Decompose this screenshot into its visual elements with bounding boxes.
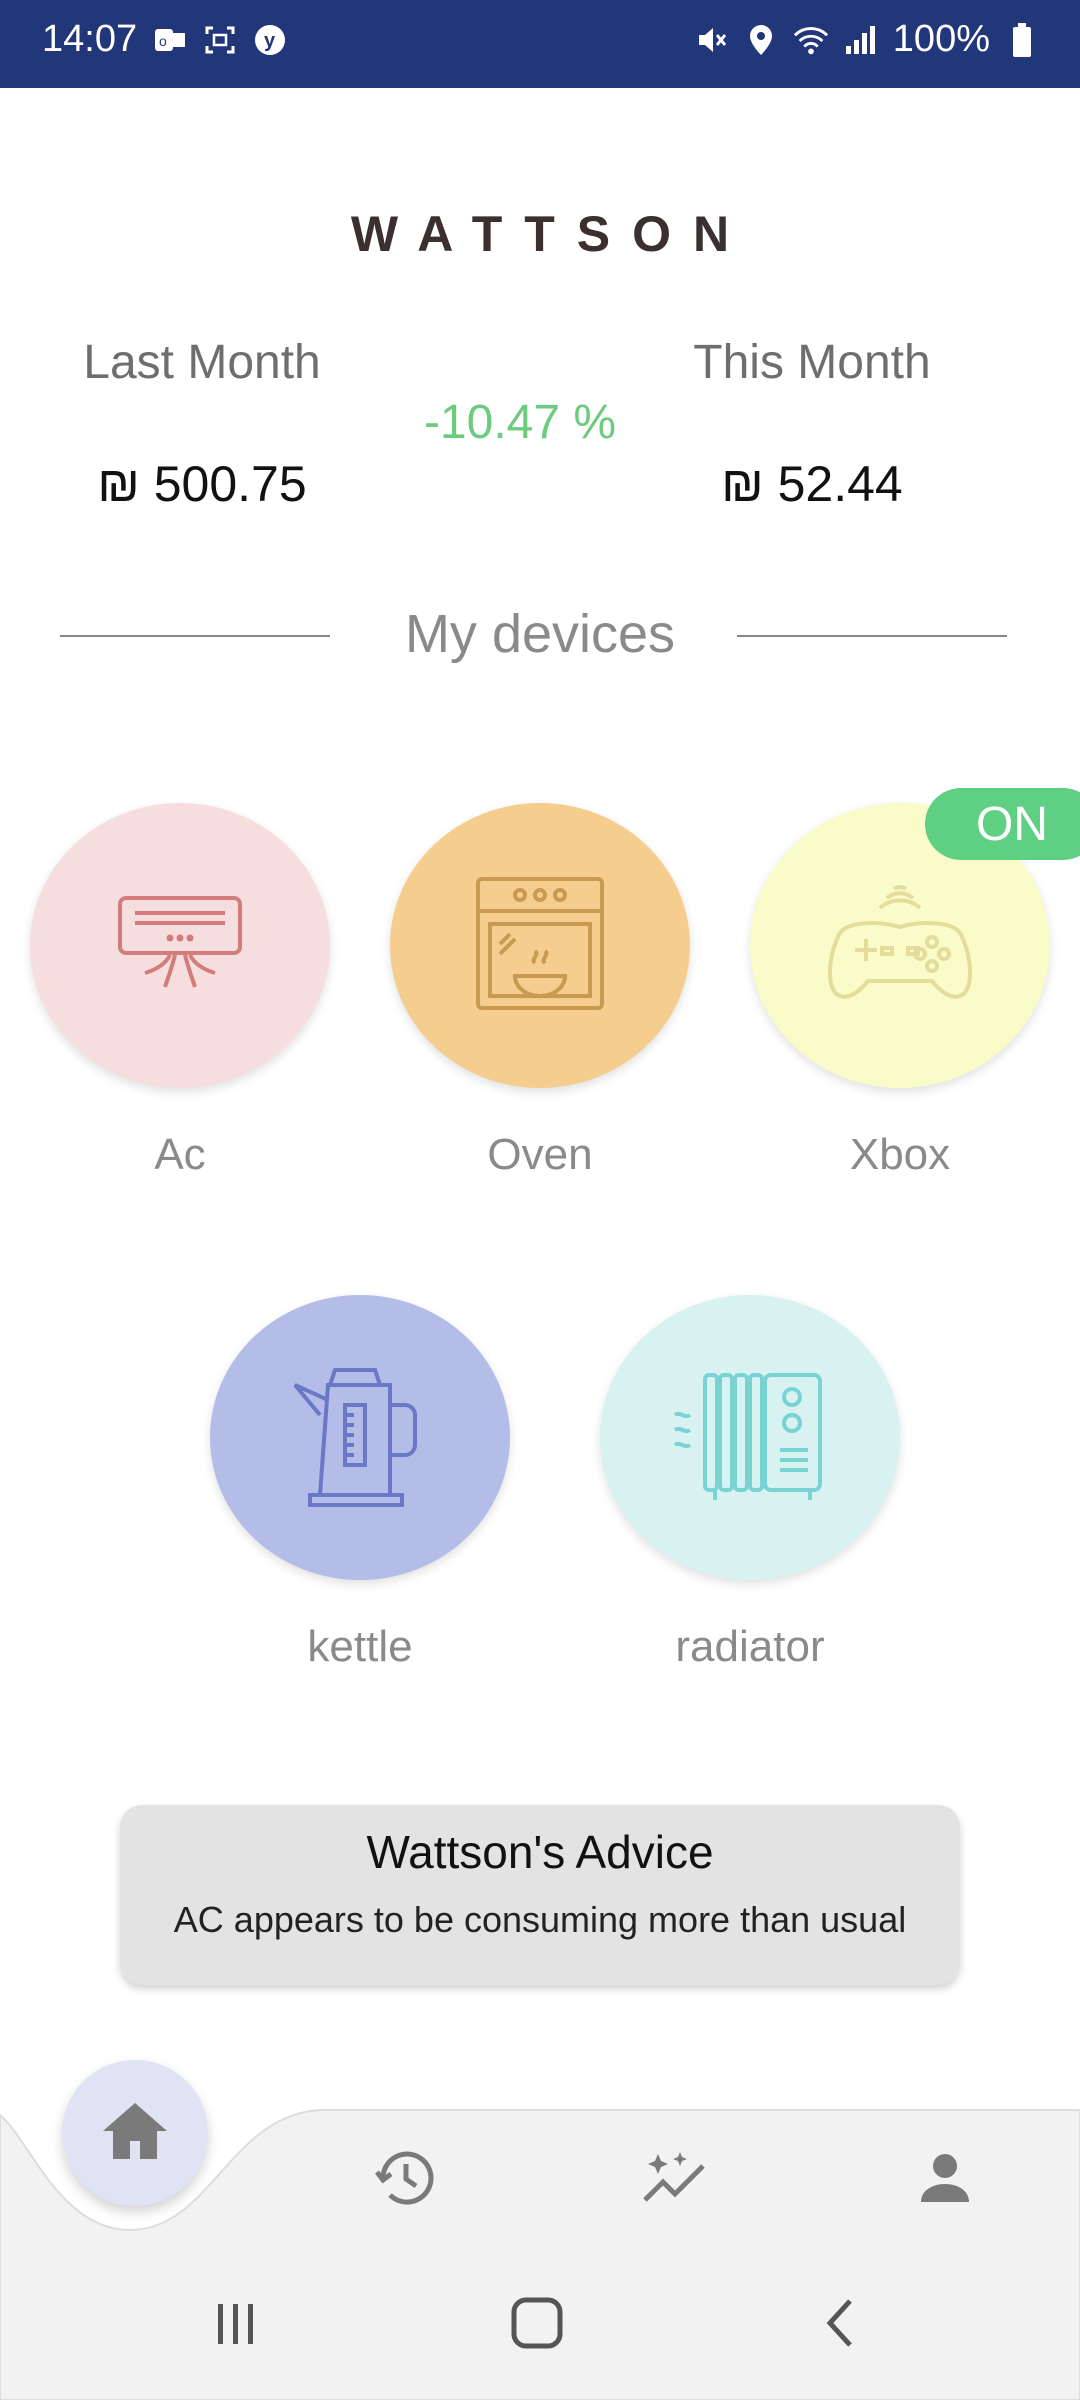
- status-time: 14:07: [42, 18, 138, 60]
- device-on-badge: ON: [925, 788, 1080, 860]
- status-bar: 14:07 o y 100%: [0, 0, 1080, 88]
- nav-history-button[interactable]: [355, 2130, 455, 2230]
- system-home-button[interactable]: [492, 2280, 582, 2370]
- system-recent-apps-button[interactable]: [190, 2280, 280, 2370]
- device-label-xbox: Xbox: [849, 1130, 951, 1179]
- battery-icon: [1004, 22, 1040, 58]
- advice-card: Wattson's Advice AC appears to be consum…: [120, 1805, 960, 1985]
- radiator-icon: [670, 1365, 830, 1510]
- my-devices-title: My devices: [404, 604, 676, 664]
- insights-icon: [640, 2148, 710, 2213]
- recent-apps-icon: [210, 2298, 260, 2353]
- this-month-label: This Month: [693, 336, 931, 389]
- advice-title: Wattson's Advice: [366, 1826, 714, 1878]
- this-month-value: ₪ 52.44: [721, 456, 903, 512]
- app-title: WATTSON: [350, 206, 752, 262]
- kettle-icon: [290, 1360, 430, 1515]
- device-label-ac: Ac: [154, 1130, 206, 1179]
- device-label-radiator: radiator: [675, 1622, 825, 1671]
- device-ac[interactable]: [30, 803, 330, 1088]
- mute-icon: [693, 22, 729, 58]
- yahoo-icon: y: [252, 22, 288, 58]
- back-icon: [820, 2295, 860, 2356]
- wifi-icon: [793, 22, 829, 58]
- screen-capture-icon: [202, 22, 238, 58]
- svg-text:o: o: [159, 33, 167, 49]
- history-icon: [373, 2146, 437, 2215]
- location-icon: [743, 22, 779, 58]
- device-kettle[interactable]: [210, 1295, 510, 1580]
- system-back-button[interactable]: [795, 2280, 885, 2370]
- outlook-icon: o: [152, 22, 188, 58]
- divider-right: [737, 635, 1007, 637]
- svg-text:y: y: [264, 30, 276, 52]
- device-label-kettle: kettle: [307, 1622, 413, 1671]
- nav-profile-button[interactable]: [895, 2130, 995, 2230]
- home-icon: [100, 2099, 170, 2168]
- advice-message: AC appears to be consuming more than usu…: [173, 1899, 907, 1940]
- battery-percentage: 100%: [892, 18, 990, 60]
- profile-icon: [917, 2150, 973, 2211]
- last-month-value: ₪ 500.75: [97, 456, 307, 512]
- device-label-oven: Oven: [487, 1130, 593, 1179]
- gamepad-icon: [820, 878, 980, 1013]
- divider-left: [60, 635, 330, 637]
- device-radiator[interactable]: [600, 1295, 900, 1580]
- signal-icon: [843, 22, 879, 58]
- home-circle-icon: [509, 2295, 565, 2356]
- nav-home-button[interactable]: [62, 2060, 208, 2206]
- air-conditioner-icon: [115, 893, 245, 998]
- device-oven[interactable]: [390, 803, 690, 1088]
- month-change-percent: -10.47 %: [423, 396, 617, 449]
- oven-icon: [475, 876, 605, 1016]
- last-month-label: Last Month: [83, 336, 321, 389]
- nav-insights-button[interactable]: [625, 2130, 725, 2230]
